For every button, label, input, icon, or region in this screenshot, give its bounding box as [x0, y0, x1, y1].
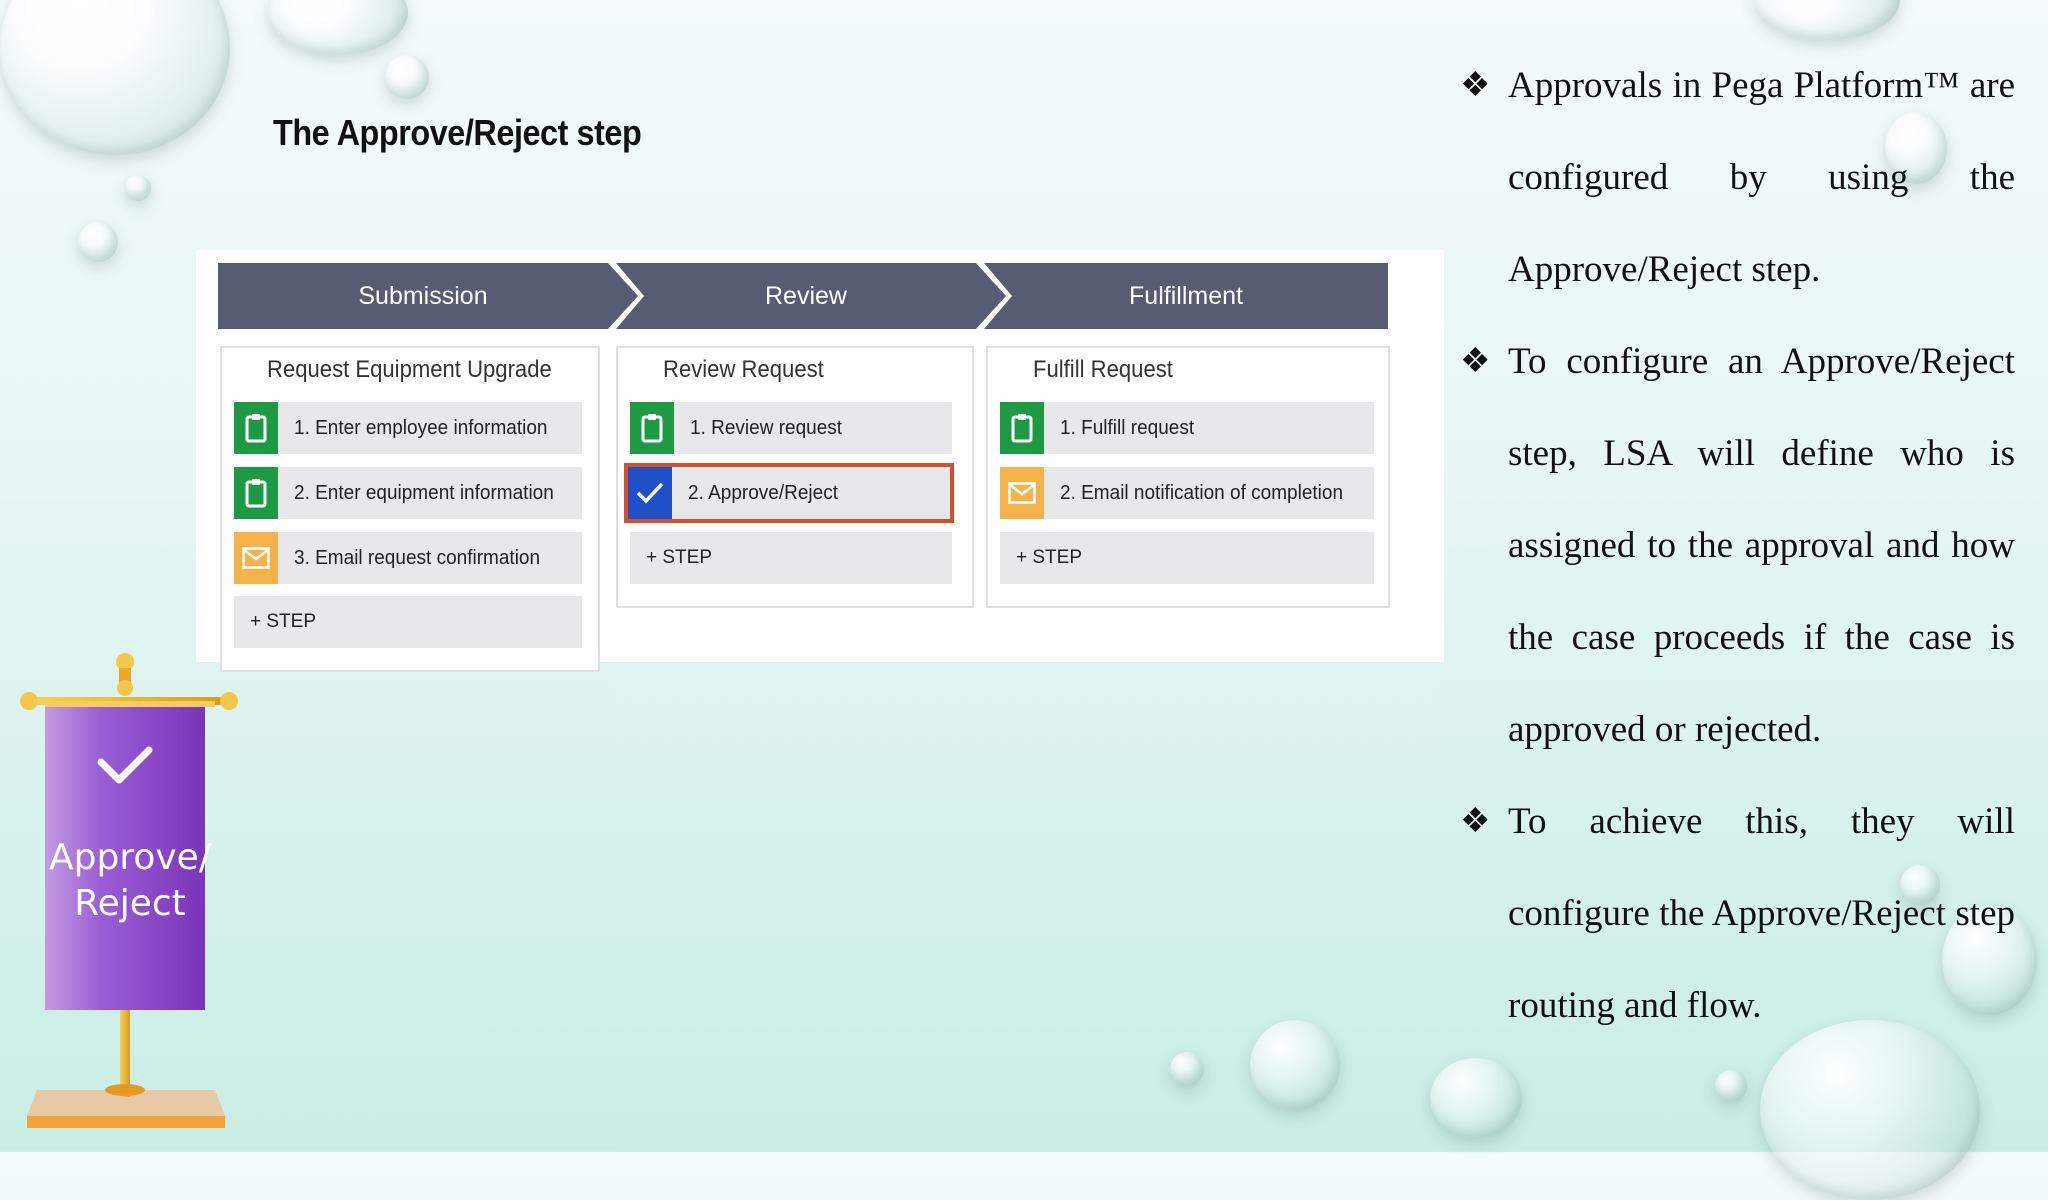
step-label: 2. Email notification of completion	[1060, 481, 1344, 504]
add-step-button[interactable]: + STEP	[630, 532, 952, 584]
step-item[interactable]: 2. Email notification of completion	[1000, 467, 1374, 519]
water-drop	[125, 175, 151, 201]
step-item[interactable]: 1. Enter employee information	[234, 402, 582, 454]
bullet-text: To configure an Approve/Reject step, LSA…	[1508, 341, 2015, 750]
envelope-icon	[1000, 467, 1044, 519]
step-item[interactable]: 1. Review request	[630, 402, 952, 454]
step-label: 1. Fulfill request	[1060, 416, 1195, 439]
step-label: 3. Email request confirmation	[294, 546, 541, 569]
stage-label: Submission	[358, 281, 488, 310]
stage-label: Review	[765, 281, 847, 310]
step-label: 2. Approve/Reject	[688, 481, 838, 504]
process-panel: Review Request 1. Review request 2. Appr…	[616, 346, 974, 608]
stage-fulfillment[interactable]: Fulfillment	[984, 263, 1388, 329]
water-drop	[268, 0, 408, 55]
add-step-button[interactable]: + STEP	[1000, 532, 1374, 584]
checkmark-icon	[628, 467, 672, 519]
water-drop	[1430, 1058, 1522, 1138]
step-item[interactable]: 2. Enter equipment information	[234, 467, 582, 519]
bullet-item: ❖ To configure an Approve/Reject step, L…	[1460, 316, 2015, 776]
clipboard-icon	[630, 402, 674, 454]
banner-label: Approve/ Reject	[25, 835, 235, 927]
step-label: 1. Review request	[690, 416, 843, 439]
process-panel: Request Equipment Upgrade 1. Enter emplo…	[220, 346, 600, 672]
panel-title: Review Request	[663, 356, 824, 383]
step-item[interactable]: 3. Email request confirmation	[234, 532, 582, 584]
bullet-list: ❖ Approvals in Pega Platform™ are config…	[1460, 40, 2015, 1052]
bullet-text: To achieve this, they will configure the…	[1508, 801, 2015, 1026]
bullet-item: ❖ To achieve this, they will configure t…	[1460, 776, 2015, 1052]
slide-title: The Approve/Reject step	[273, 112, 642, 153]
approve-reject-banner: Approve/ Reject	[15, 650, 245, 1130]
panel-title: Fulfill Request	[1033, 356, 1173, 383]
water-drop	[1715, 1070, 1747, 1102]
step-item[interactable]: 1. Fulfill request	[1000, 402, 1374, 454]
water-drop	[0, 0, 230, 155]
step-item-selected[interactable]: 2. Approve/Reject	[624, 463, 954, 523]
water-drop	[1170, 1052, 1204, 1086]
water-drop	[385, 55, 429, 99]
step-label: 1. Enter employee information	[294, 416, 548, 439]
bullet-item: ❖ Approvals in Pega Platform™ are config…	[1460, 40, 2015, 316]
panel-title: Request Equipment Upgrade	[267, 356, 552, 383]
diamond-bullet-icon: ❖	[1460, 67, 1491, 104]
add-step-button[interactable]: + STEP	[234, 596, 582, 648]
process-panel: Fulfill Request 1. Fulfill request 2. Em…	[986, 346, 1390, 608]
step-label: 2. Enter equipment information	[294, 481, 554, 504]
stage-submission[interactable]: Submission	[218, 263, 638, 329]
water-drop	[78, 222, 118, 262]
diamond-bullet-icon: ❖	[1460, 343, 1491, 380]
banner-label-line2: Reject	[74, 883, 186, 924]
water-drop	[1755, 0, 1900, 40]
clipboard-icon	[1000, 402, 1044, 454]
clipboard-icon	[234, 467, 278, 519]
bullet-text: Approvals in Pega Platform™ are configur…	[1508, 65, 2015, 290]
stage-label: Fulfillment	[1129, 281, 1243, 310]
stage-review[interactable]: Review	[616, 263, 1006, 329]
diamond-bullet-icon: ❖	[1460, 803, 1491, 840]
clipboard-icon	[234, 402, 278, 454]
case-lifecycle-diagram: Submission Review Fulfillment Request Eq…	[196, 250, 1444, 672]
envelope-icon	[234, 532, 278, 584]
water-drop	[1250, 1020, 1340, 1110]
banner-label-line1: Approve/	[49, 837, 211, 878]
